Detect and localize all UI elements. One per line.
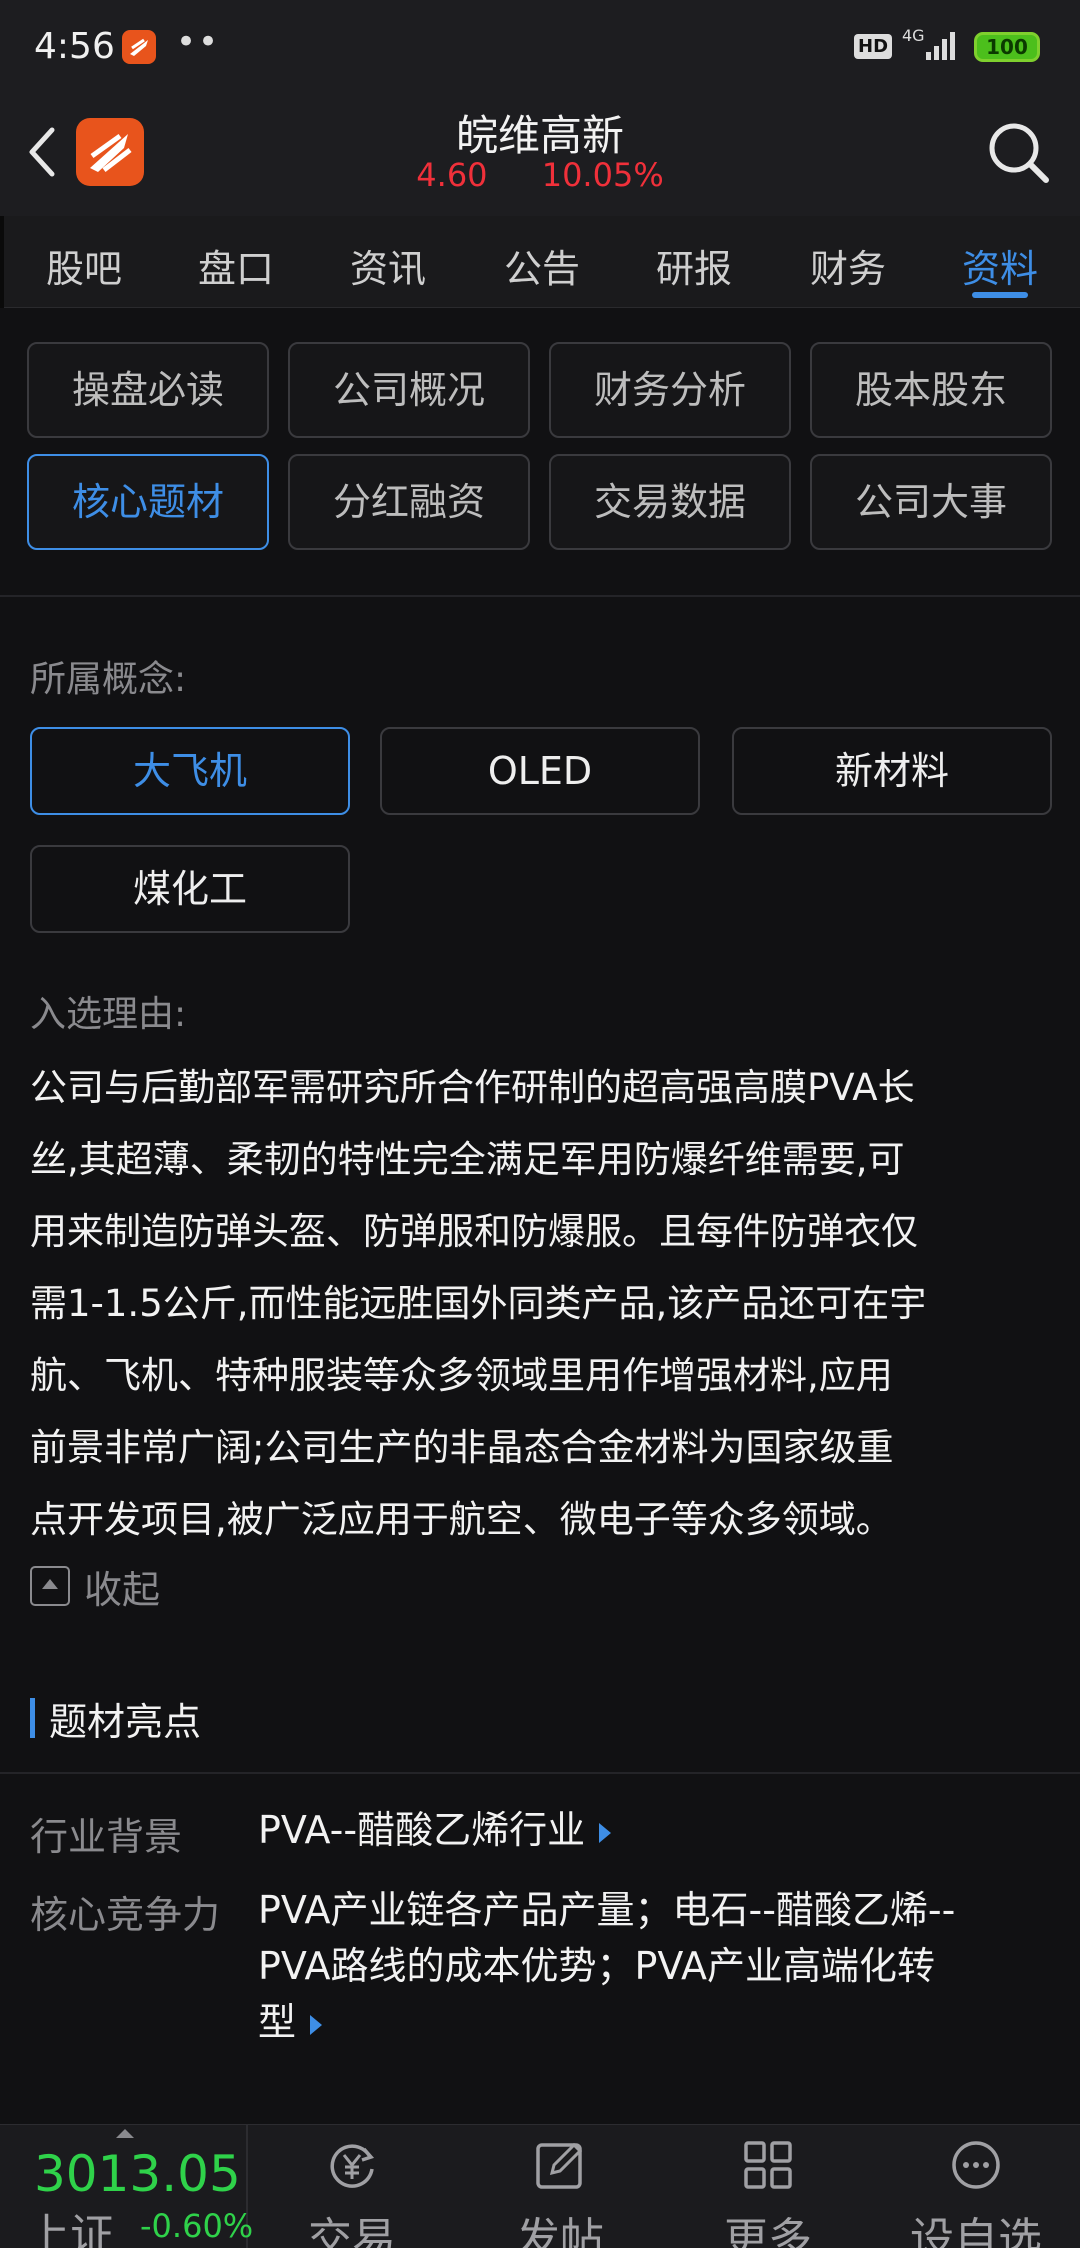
section-button-trading-guide[interactable]: 操盘必读 <box>27 342 269 438</box>
reason-line: 点开发项目,被广泛应用于航空、微电子等众多领域。 <box>30 1498 893 1541</box>
highlight-key-competitiveness: 核心竞争力 <box>30 1893 221 1937</box>
collapse-up-icon <box>30 1566 70 1606</box>
tab-profile[interactable]: 资料 <box>924 238 1076 293</box>
expand-up-icon <box>116 2129 134 2138</box>
nav-watchlist-label: 设自选 <box>910 2214 1042 2248</box>
index-value: 3013.05 <box>34 2145 241 2203</box>
yen-cycle-icon <box>330 2144 375 2188</box>
nav-trade[interactable]: 交易 <box>248 2125 456 2248</box>
nav-post[interactable]: 发帖 <box>456 2125 664 2248</box>
signal-icon <box>926 32 955 60</box>
section-accent-bar <box>30 1698 35 1738</box>
section-button-company-overview[interactable]: 公司概况 <box>288 342 530 438</box>
reason-line: 需1-1.5公斤,而性能远胜国外同类产品,该产品还可在宇 <box>30 1282 927 1325</box>
arrow-right-icon <box>599 1822 612 1843</box>
tab-research[interactable]: 研报 <box>618 238 770 293</box>
nav-trade-label: 交易 <box>308 2214 396 2248</box>
more-dots-icon <box>952 2141 1000 2189</box>
highlights-title-text: 题材亮点 <box>49 1699 202 1744</box>
highlight-value-line: PVA产业链各产品产量；电石--醋酸乙烯-- <box>258 1888 956 1932</box>
active-tab-indicator <box>972 292 1028 298</box>
stock-quote: 4.60 10.05% <box>0 156 1080 194</box>
stock-name: 皖维高新 <box>455 111 624 160</box>
tab-pankou[interactable]: 盘口 <box>160 238 312 293</box>
search-icon[interactable] <box>984 118 1052 186</box>
nav-more-label: 更多 <box>724 2214 812 2248</box>
divider <box>0 595 1080 597</box>
concept-tag[interactable]: 新材料 <box>732 727 1052 815</box>
section-button-core-theme[interactable]: 核心题材 <box>27 454 269 550</box>
section-button-dividends[interactable]: 分红融资 <box>288 454 530 550</box>
section-button-shareholders[interactable]: 股本股东 <box>810 342 1052 438</box>
reason-line: 前景非常广阔;公司生产的非晶态合金材料为国家级重 <box>30 1426 894 1469</box>
stock-change-pct: 10.05% <box>541 156 664 194</box>
section-button-trading-data[interactable]: 交易数据 <box>549 454 791 550</box>
grid-icon <box>744 2141 792 2189</box>
status-time: 4:56 <box>34 26 115 67</box>
tab-announcements[interactable]: 公告 <box>466 238 618 293</box>
tab-finance[interactable]: 财务 <box>772 238 924 293</box>
section-button-financial-analysis[interactable]: 财务分析 <box>549 342 791 438</box>
collapse-button[interactable]: 收起 <box>30 1563 160 1612</box>
tab-bar-edge <box>0 216 4 308</box>
concept-tag[interactable]: OLED <box>380 727 700 815</box>
stock-price: 4.60 <box>416 156 488 194</box>
highlight-key-industry: 行业背景 <box>30 1815 183 1859</box>
hd-icon: HD <box>854 34 893 59</box>
section-button-company-events[interactable]: 公司大事 <box>810 454 1052 550</box>
network-type: 4G <box>902 26 925 45</box>
index-change: -0.60% <box>140 2207 254 2245</box>
divider <box>0 1772 1080 1774</box>
concept-tag[interactable]: 大飞机 <box>30 727 350 815</box>
highlights-title: 题材亮点 <box>30 1695 201 1744</box>
highlight-value-line: PVA路线的成本优势；PVA产业高端化转 <box>258 1944 935 1988</box>
reason-line: 公司与后勤部军需研究所合作研制的超高强高膜PVA长 <box>30 1066 915 1109</box>
concepts-label: 所属概念: <box>30 659 187 700</box>
stock-header: 皖维高新 4.60 10.05% <box>0 92 1080 216</box>
nav-more[interactable]: 更多 <box>664 2125 872 2248</box>
nav-post-label: 发帖 <box>516 2214 604 2248</box>
arrow-right-icon <box>310 2014 323 2035</box>
app-notification-icon <box>122 30 156 64</box>
tab-guba[interactable]: 股吧 <box>8 238 160 293</box>
collapse-label: 收起 <box>84 1567 161 1612</box>
bottom-nav-bar: 3013.05 上证 -0.60% 交易 发帖 更多 设自选 <box>0 2124 1080 2248</box>
edit-icon <box>536 2142 583 2189</box>
concept-tag[interactable]: 煤化工 <box>30 845 350 933</box>
highlight-value-text: PVA--醋酸乙烯行业 <box>258 1808 586 1852</box>
highlight-value-competitiveness[interactable]: PVA产业链各产品产量；电石--醋酸乙烯-- PVA路线的成本优势；PVA产业高… <box>258 1882 1038 2050</box>
tab-bar: 股吧 盘口 资讯 公告 研报 财务 资料 <box>0 216 1080 308</box>
market-index-widget[interactable]: 3013.05 上证 -0.60% <box>0 2125 253 2248</box>
reason-label: 入选理由: <box>30 994 187 1035</box>
notification-dots: •• <box>176 22 221 62</box>
highlight-value-industry[interactable]: PVA--醋酸乙烯行业 <box>258 1802 1038 1858</box>
tab-news[interactable]: 资讯 <box>312 238 464 293</box>
status-bar: 4:56 •• HD 4G 100 <box>0 0 1080 92</box>
battery-icon: 100 <box>974 32 1040 62</box>
reason-line: 丝,其超薄、柔韧的特性完全满足军用防爆纤维需要,可 <box>30 1138 905 1181</box>
reason-text: 公司与后勤部军需研究所合作研制的超高强高膜PVA长 丝,其超薄、柔韧的特性完全满… <box>30 1052 1055 1556</box>
highlight-value-line: 型 <box>258 2000 297 2044</box>
nav-watchlist[interactable]: 设自选 <box>872 2125 1080 2248</box>
reason-line: 用来制造防弹头盔、防弹服和防爆服。且每件防弹衣仅 <box>30 1210 918 1253</box>
index-name: 上证 <box>26 2210 114 2248</box>
reason-line: 航、飞机、特种服装等众多领域里用作增强材料,应用 <box>30 1354 893 1397</box>
